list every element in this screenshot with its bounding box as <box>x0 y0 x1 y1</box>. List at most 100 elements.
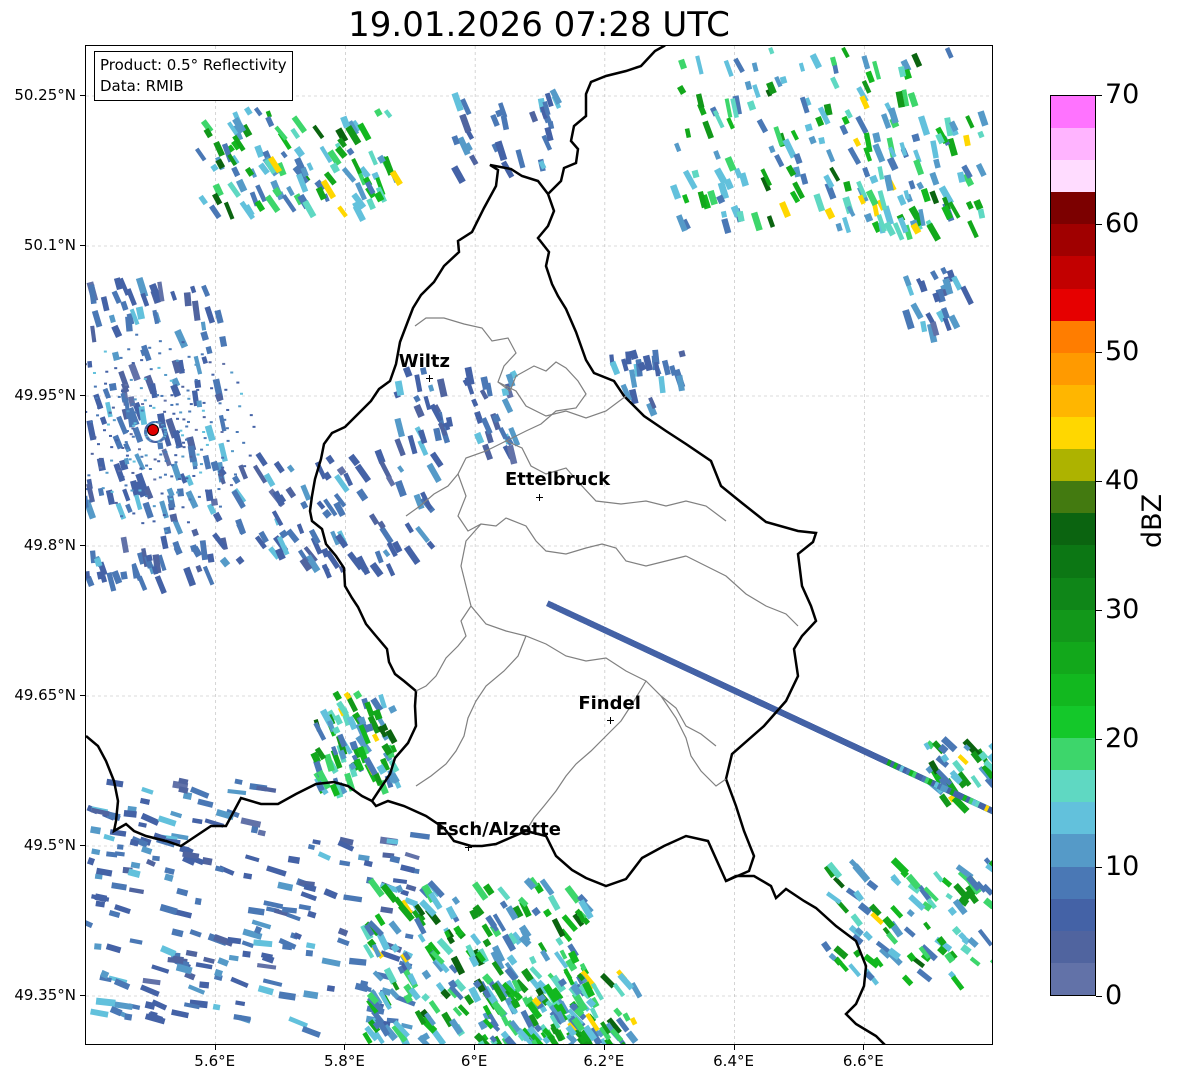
echo-cell <box>131 427 135 430</box>
echo-cell <box>107 395 111 398</box>
echo-cell <box>374 550 384 564</box>
echo-cell <box>101 487 105 490</box>
echo-cell <box>218 442 228 462</box>
echo-cell <box>126 414 130 417</box>
echo-cell <box>970 774 982 789</box>
echo-cell <box>184 438 188 441</box>
echo-cell <box>977 110 989 127</box>
echo-cell <box>185 490 199 509</box>
echo-cell <box>973 199 984 211</box>
echo-cell <box>899 141 908 157</box>
echo-cell <box>222 362 226 365</box>
echo-cell <box>363 859 373 868</box>
echo-cell <box>551 918 566 938</box>
echo-cell <box>341 166 357 183</box>
echo-cell <box>371 733 380 743</box>
echo-cell <box>194 379 202 389</box>
echo-cell <box>230 371 234 374</box>
echo-cell <box>529 955 537 965</box>
colorbar-segment <box>1051 545 1095 578</box>
echo-cell <box>622 1012 631 1022</box>
echo-cell <box>257 829 266 837</box>
map-title: 19.01.2026 07:28 UTC <box>348 5 730 45</box>
echo-cell <box>171 928 184 938</box>
echo-cell <box>188 410 192 413</box>
echo-cell <box>182 441 186 444</box>
echo-cell <box>414 374 423 393</box>
echo-cell <box>857 902 872 916</box>
echo-cell <box>170 810 183 819</box>
echo-cell <box>108 382 117 392</box>
echo-cell <box>346 147 355 156</box>
city-label: Wiltz <box>398 351 451 372</box>
echo-cell <box>923 921 932 931</box>
echo-cell <box>348 957 367 966</box>
city-marker <box>464 844 472 851</box>
echo-cell <box>187 355 191 358</box>
echo-cell <box>145 464 149 467</box>
echo-cell <box>110 490 114 493</box>
canton-boundary-mid <box>415 523 482 692</box>
echo-cell <box>238 405 242 408</box>
echo-cell <box>209 421 213 424</box>
colorbar-segment <box>1051 449 1095 482</box>
echo-cell <box>940 266 948 275</box>
echo-cell <box>138 821 147 828</box>
echo-cell <box>256 963 277 970</box>
echo-cell <box>175 446 179 449</box>
echo-cell <box>203 956 215 964</box>
echo-cell <box>938 793 952 808</box>
echo-cell <box>859 95 870 110</box>
echo-cell <box>312 124 325 140</box>
echo-cell <box>157 366 161 369</box>
echo-cell <box>170 464 174 467</box>
echo-cell <box>198 194 208 206</box>
echo-cell <box>243 465 247 468</box>
echo-cell <box>100 296 110 312</box>
echo-cell <box>287 855 301 864</box>
canton-boundary-south2 <box>415 635 527 787</box>
echo-cell <box>111 882 127 891</box>
echo-cell <box>90 1008 109 1018</box>
echo-cell <box>160 535 169 550</box>
echo-cell <box>135 333 139 336</box>
echo-cell <box>248 454 252 457</box>
echo-cell <box>153 458 157 461</box>
city-marker <box>536 494 543 501</box>
colorbar-tick-label: 50 <box>1105 336 1140 368</box>
radar-map[interactable] <box>85 45 993 1045</box>
echo-cell <box>235 555 245 565</box>
echo-cell <box>211 373 215 376</box>
echo-cell <box>186 389 190 392</box>
lon-tick-mark <box>474 1045 476 1050</box>
echo-cell <box>303 990 319 1000</box>
city-marker <box>607 717 615 724</box>
echo-cell <box>500 115 510 131</box>
echo-cell <box>148 468 152 471</box>
echo-cell <box>110 446 114 449</box>
echo-cell <box>108 434 112 437</box>
echo-cell <box>93 436 97 439</box>
echo-cell <box>133 398 137 401</box>
echo-cell <box>293 146 305 158</box>
echo-cell <box>164 430 168 433</box>
colorbar-tick <box>1096 996 1102 997</box>
echo-cell <box>474 431 485 445</box>
echo-cell <box>100 574 108 583</box>
lon-tick-label: 6.6°E <box>842 1052 884 1070</box>
echo-cell <box>723 59 734 77</box>
colorbar-segment <box>1051 962 1095 995</box>
echo-cell <box>207 553 215 563</box>
echo-cell <box>382 549 391 558</box>
echo-cell <box>197 798 214 808</box>
echo-cell <box>855 115 869 134</box>
echo-cell <box>866 879 879 891</box>
echo-cell <box>175 359 179 362</box>
colorbar-segment <box>1051 192 1095 225</box>
echo-cell <box>960 943 972 956</box>
echo-cell <box>612 982 626 998</box>
echo-cell <box>252 425 256 428</box>
echo-cell <box>176 417 180 420</box>
echo-cell <box>144 454 148 457</box>
echo-cell <box>197 495 201 498</box>
